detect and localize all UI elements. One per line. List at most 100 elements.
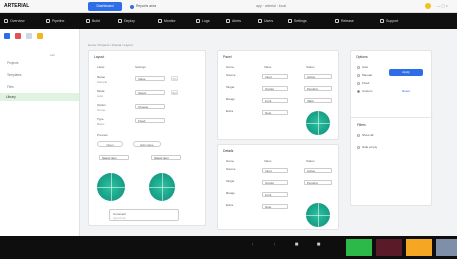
col-value-header: Value: [264, 159, 272, 163]
back-icon[interactable]: ‹: [248, 241, 257, 250]
option-custom[interactable]: Custom: [357, 89, 372, 93]
pencil-icon[interactable]: [4, 33, 10, 39]
logs-icon: [196, 19, 200, 24]
tab-reports-label: Reports area: [136, 4, 157, 8]
panel-card: Panel Name Value Status Source Input Act…: [217, 50, 339, 140]
tab-reports[interactable]: Reports area: [128, 3, 184, 10]
row-select[interactable]: Note: [262, 110, 288, 115]
row-select[interactable]: Output: [262, 86, 288, 91]
sidebar-item-files[interactable]: Files: [4, 83, 76, 91]
option-manual[interactable]: Manual: [357, 73, 372, 77]
sidebar-item-library[interactable]: Library: [0, 93, 79, 101]
row-select[interactable]: Input: [262, 168, 288, 173]
dock-app-maroon[interactable]: [376, 239, 402, 256]
option-auto[interactable]: Auto: [357, 65, 368, 69]
row-badge[interactable]: Set: [171, 90, 178, 95]
toolbar-item-users[interactable]: Users: [258, 17, 273, 25]
layout-card-title: Layout: [94, 55, 105, 59]
alerts-icon: [226, 19, 230, 24]
globe-icon[interactable]: [149, 173, 175, 201]
globe-icon[interactable]: [97, 173, 125, 201]
layout-card: Layout Label Settings Name Sample Value O…: [88, 50, 206, 226]
edit-value-pill[interactable]: Edit value: [133, 141, 161, 147]
apply-button[interactable]: Apply: [389, 69, 423, 76]
option-fixed[interactable]: Fixed: [357, 81, 369, 85]
dock-app-orange[interactable]: [406, 239, 432, 256]
toolbar-item-build[interactable]: Build: [86, 17, 100, 25]
radio-icon: [357, 145, 360, 149]
tab-dot-icon: [130, 4, 134, 9]
filter-hide-empty[interactable]: Hide empty: [357, 145, 377, 149]
select-a[interactable]: Select item: [99, 155, 129, 160]
col-status-header: Status: [306, 65, 315, 69]
window-controls[interactable]: — ▢ ×: [437, 3, 453, 10]
row-status[interactable]: Pending: [304, 86, 332, 91]
toolbar-item-release[interactable]: Release: [335, 17, 354, 25]
sidebar-item-projects[interactable]: Projects: [4, 59, 76, 67]
row-select[interactable]: Input: [262, 74, 288, 79]
star-icon[interactable]: [37, 33, 43, 39]
row-select[interactable]: Limit: [262, 98, 288, 103]
pipeline-icon: [46, 19, 50, 24]
toolbar-item-overview[interactable]: Overview: [4, 17, 25, 25]
toolbar-item-alerts[interactable]: Alerts: [226, 17, 241, 25]
toolbar-item-pipeline[interactable]: Pipeline: [46, 17, 64, 25]
comment-input[interactable]: Comment type here: [109, 209, 179, 221]
row-status[interactable]: Valid: [304, 98, 332, 103]
radio-icon: [357, 89, 360, 93]
users-icon: [258, 19, 262, 24]
browser-chrome: ARTERIAL Dashboard Reports area app · ar…: [0, 0, 457, 13]
forward-icon[interactable]: ›: [270, 241, 279, 250]
radio-icon: [357, 73, 360, 77]
col-status-header: Status: [306, 159, 315, 163]
globe-icon[interactable]: [306, 111, 330, 135]
comment-placeholder: type here: [113, 216, 126, 220]
home-icon[interactable]: ■: [292, 241, 301, 250]
options-title: Options: [356, 55, 368, 59]
table-row: Name Sample Value On: [97, 75, 178, 84]
table-row: Option Group Choose: [93, 103, 201, 117]
row-select[interactable]: Choose: [135, 104, 165, 109]
copy-icon[interactable]: [26, 33, 32, 39]
divider: [351, 117, 433, 118]
row-select[interactable]: Value: [135, 76, 165, 81]
details-card-title: Details: [223, 149, 234, 153]
row-badge[interactable]: On: [171, 76, 178, 81]
deploy-icon: [118, 19, 122, 24]
select-b[interactable]: Select item: [151, 155, 181, 160]
filter-show-all[interactable]: Show all: [357, 133, 373, 137]
toolbar-item-settings[interactable]: Settings: [288, 17, 307, 25]
reset-link[interactable]: Reset: [389, 88, 423, 94]
row-status[interactable]: Active: [304, 74, 332, 79]
globe-icon[interactable]: [306, 203, 330, 227]
dock-app-green[interactable]: [346, 239, 372, 256]
app-logo: ARTERIAL: [4, 3, 30, 9]
sidebar-item-templates[interactable]: Templates: [4, 71, 76, 79]
row-select[interactable]: Limit: [262, 192, 288, 197]
toolbar-item-logs[interactable]: Logs: [196, 17, 210, 25]
toolbar-item-monitor[interactable]: Monitor: [158, 17, 176, 25]
dock-app-gray[interactable]: [436, 239, 457, 256]
bottom-dock: ‹ › ■ ■: [0, 236, 457, 259]
radio-icon: [357, 133, 360, 137]
main-toolbar: Overview Pipeline Build Deploy Monitor L…: [0, 13, 457, 29]
breadcrumb[interactable]: Home / Projects / Arterial / Layout: [88, 42, 288, 48]
row-select[interactable]: Fixed: [135, 118, 165, 123]
share-icon[interactable]: ■: [314, 241, 323, 250]
row-select[interactable]: Note: [262, 204, 288, 209]
col-label-header: Label: [97, 65, 105, 69]
notification-icon[interactable]: [425, 3, 431, 9]
toolbar-item-support[interactable]: Support: [380, 17, 398, 25]
row-select[interactable]: Output: [262, 180, 288, 185]
col-value-header: Value: [264, 65, 272, 69]
open-pill[interactable]: Open: [97, 141, 123, 147]
address-bar[interactable]: app · arterial · local: [196, 3, 346, 10]
toolbar-item-deploy[interactable]: Deploy: [118, 17, 135, 25]
table-row: Mode Auto Select Set: [97, 89, 178, 98]
support-icon: [380, 19, 384, 24]
row-status[interactable]: Active: [304, 168, 332, 173]
row-status[interactable]: Pending: [304, 180, 332, 185]
row-select[interactable]: Select: [135, 90, 165, 95]
tab-dashboard[interactable]: Dashboard: [88, 2, 122, 11]
delete-icon[interactable]: [15, 33, 21, 39]
